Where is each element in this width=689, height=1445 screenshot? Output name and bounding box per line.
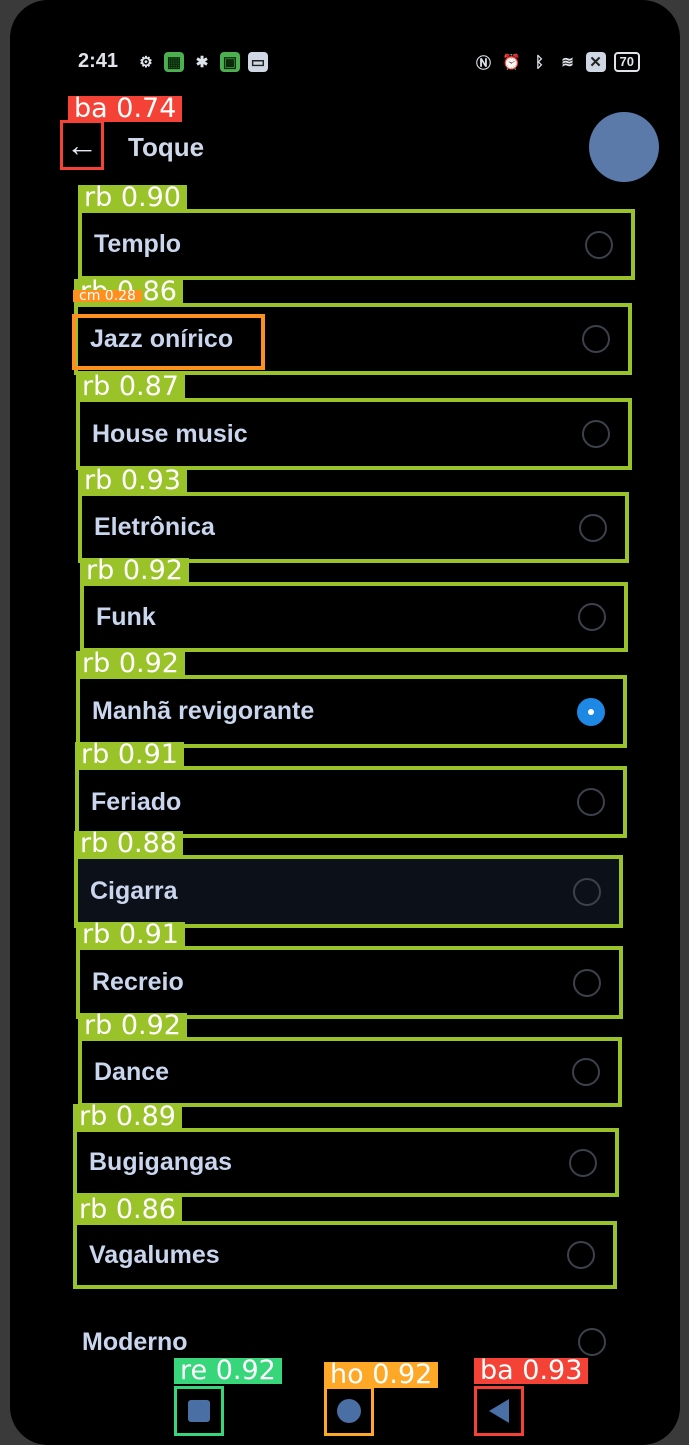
ringtone-item[interactable]: House music — [76, 398, 632, 470]
ringtone-annotation-label: rb 0.92 — [76, 650, 185, 677]
ringtone-label: Vagalumes — [89, 1240, 220, 1269]
home-annotation: ho 0.92 — [324, 1361, 439, 1388]
alarm-icon: ⏰ — [502, 54, 521, 71]
radio-button-selected[interactable] — [577, 697, 605, 726]
ringtone-item[interactable]: Dance — [78, 1037, 622, 1107]
ringtone-item[interactable]: Jazz onírico — [74, 303, 632, 375]
back-button[interactable]: ← — [60, 120, 104, 170]
notification-icons: ⚙ ▦ ✱ ▣ ▭ — [136, 52, 268, 72]
ringtone-annotation-label: rb 0.93 — [78, 467, 187, 494]
ringtone-annotation-label: rb 0.86 — [73, 1196, 182, 1223]
arrow-left-icon: ← — [66, 126, 98, 163]
radio-button[interactable] — [579, 513, 607, 542]
ringtone-annotation-label: rb 0.91 — [76, 921, 185, 948]
status-time: 2:41 — [78, 50, 119, 72]
ringtone-label: Feriado — [91, 787, 182, 816]
bug-icon: ✱ — [195, 54, 209, 71]
message-icon: ▭ — [248, 52, 268, 72]
ringtone-item[interactable]: Manhã revigorante — [76, 675, 627, 748]
ringtone-item[interactable]: Templo — [78, 209, 635, 280]
ringtone-label: Bugigangas — [89, 1148, 233, 1176]
nfc-icon: Ⓝ — [476, 54, 492, 72]
radio-button[interactable] — [573, 968, 601, 997]
ringtone-label: Dance — [94, 1057, 170, 1086]
app-header: ← Toque — [60, 112, 659, 182]
radio-button[interactable] — [578, 603, 606, 631]
radio-button[interactable] — [578, 1328, 606, 1356]
system-icons: Ⓝ ⏰ ᛒ ≋ ✕ 70 — [474, 52, 640, 72]
page-title: Toque — [128, 132, 205, 162]
status-bar: 2:41 ⚙ ▦ ✱ ▣ ▭ Ⓝ ⏰ ᛒ ≋ ✕ 70 — [78, 48, 640, 76]
grid-app-icon: ▦ — [164, 52, 184, 72]
recents-annotation: re 0.92 — [174, 1357, 282, 1384]
circle-icon — [337, 1399, 361, 1423]
ringtone-item[interactable]: Vagalumes — [73, 1221, 617, 1289]
radio-button[interactable] — [572, 1058, 600, 1086]
triangle-back-icon — [489, 1399, 509, 1423]
ringtone-item[interactable]: Bugigangas — [73, 1128, 619, 1197]
jazz-annotation-label: cm 0.28 — [73, 290, 142, 302]
ringtone-label: Templo — [94, 230, 182, 258]
ringtone-label: Recreio — [92, 968, 184, 996]
back-button-annotation: ba 0.74 — [68, 95, 183, 122]
radio-button[interactable] — [585, 230, 613, 259]
ringtone-annotation-label: rb 0.91 — [75, 741, 184, 768]
battery-indicator: 70 — [613, 52, 640, 72]
radio-button[interactable] — [567, 1241, 595, 1269]
ringtone-annotation-label: rb 0.92 — [80, 557, 189, 584]
settings-icon: ⚙ — [139, 54, 153, 71]
radio-button[interactable] — [582, 325, 610, 353]
nav-back-annotation: ba 0.93 — [474, 1357, 589, 1384]
ringtone-item[interactable]: Eletrônica — [78, 492, 629, 563]
radio-button[interactable] — [582, 420, 610, 448]
bluetooth-icon: ᛒ — [535, 53, 545, 71]
home-button[interactable] — [324, 1386, 374, 1436]
ringtone-label: Cigarra — [90, 877, 178, 905]
ringtone-label: Jazz onírico — [90, 324, 234, 353]
ringtone-item[interactable]: Cigarra — [74, 855, 623, 928]
close-box-icon: ✕ — [585, 52, 606, 72]
nav-back-button[interactable] — [474, 1386, 524, 1436]
ringtone-annotation-label: rb 0.92 — [78, 1012, 187, 1039]
ringtone-label: Funk — [96, 602, 156, 631]
ringtone-label: Eletrônica — [94, 513, 215, 541]
wifi-icon: ≋ — [561, 54, 574, 71]
ringtone-item[interactable]: Recreio — [76, 946, 623, 1019]
ringtone-label: Manhã revigorante — [92, 697, 315, 725]
radio-button[interactable] — [573, 877, 601, 906]
radio-button[interactable] — [569, 1148, 597, 1177]
ringtone-annotation-label: rb 0.88 — [74, 830, 183, 857]
square-icon — [188, 1400, 210, 1422]
recents-button[interactable] — [174, 1386, 224, 1436]
ringtone-annotation-label: rb 0.90 — [78, 184, 187, 211]
ringtone-label: Moderno — [82, 1328, 188, 1356]
ringtone-item[interactable]: Funk — [80, 582, 628, 652]
ringtone-annotation-label: rb 0.89 — [73, 1103, 182, 1130]
radio-button[interactable] — [577, 788, 605, 816]
floating-assistant-button[interactable] — [589, 112, 659, 182]
ringtone-label: House music — [92, 419, 248, 448]
green-app-icon: ▣ — [220, 52, 240, 72]
ringtone-annotation-label: rb 0.87 — [76, 373, 185, 400]
